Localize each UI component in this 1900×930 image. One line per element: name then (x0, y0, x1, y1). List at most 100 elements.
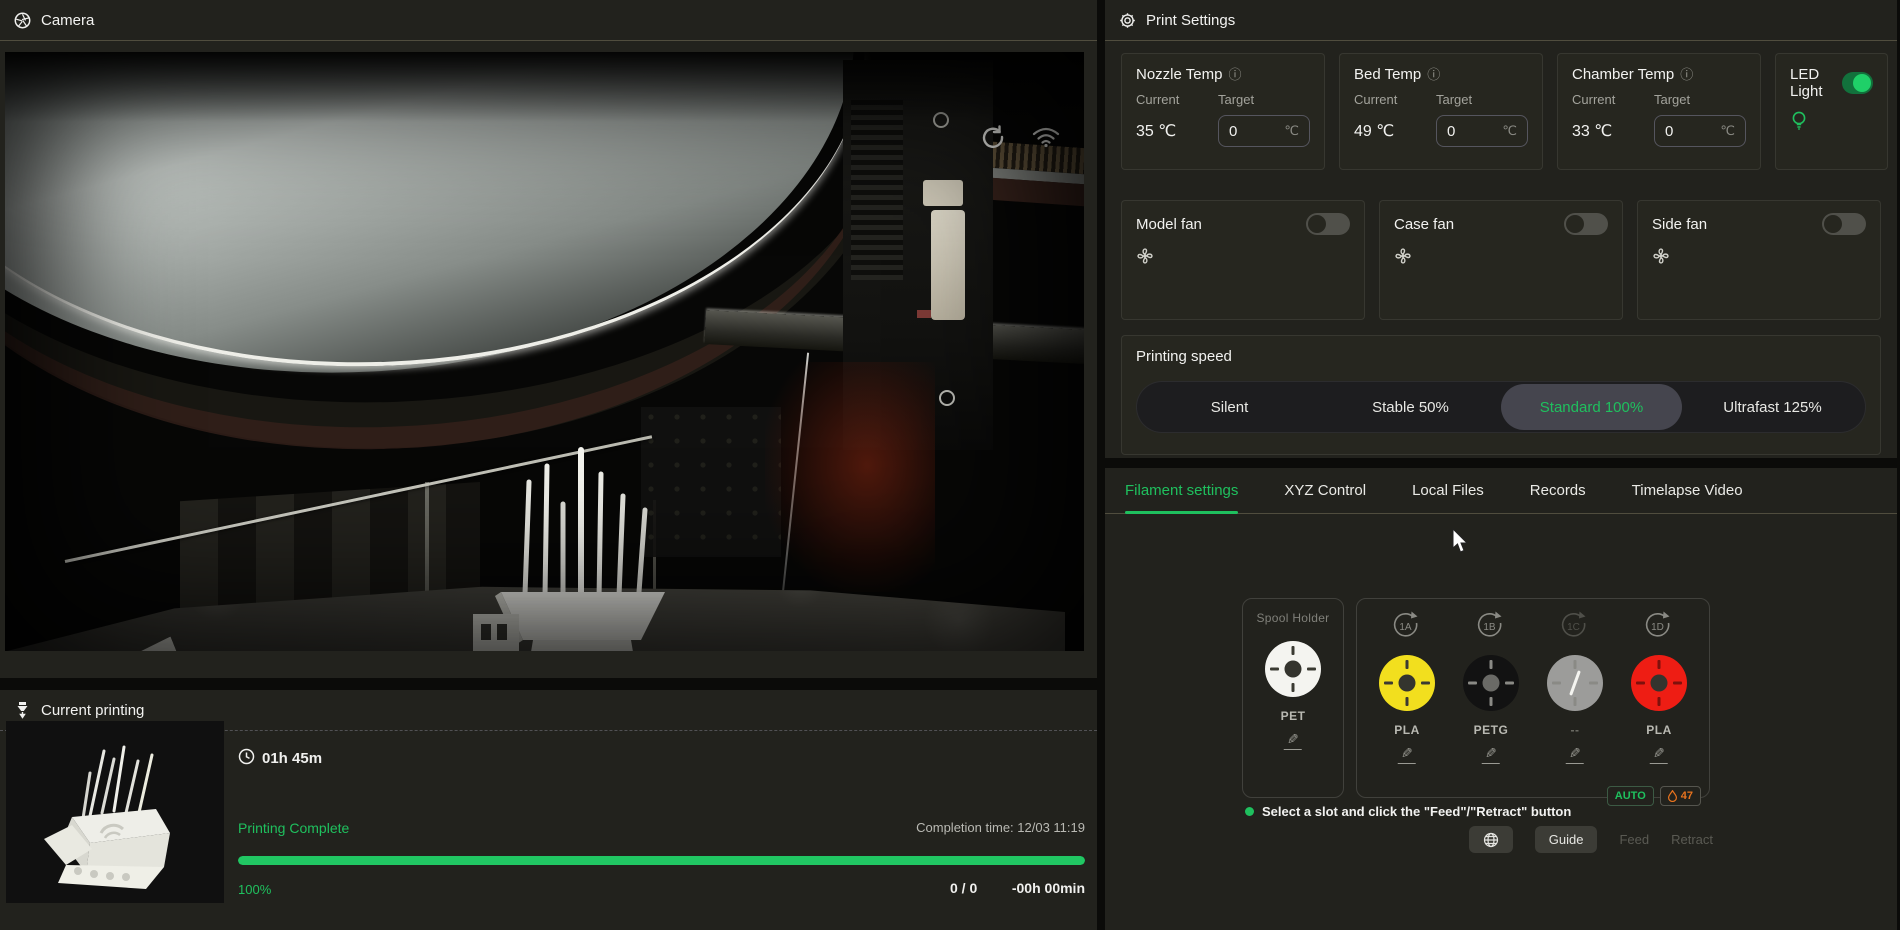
slot-1d-badge: 1D (1642, 611, 1676, 641)
wifi-icon (1032, 126, 1060, 153)
bed-target-input[interactable]: 0 ℃ (1436, 115, 1528, 147)
tab-filament-settings[interactable]: Filament settings (1125, 468, 1238, 513)
heatsink-ribs (851, 100, 903, 280)
refresh-icon[interactable] (980, 124, 1006, 155)
slot-1a-material: PLA (1394, 723, 1420, 737)
status-dot (1245, 807, 1254, 816)
tab-xyz-control[interactable]: XYZ Control (1284, 468, 1366, 513)
nozzle-temp-label: Nozzle Temp (1136, 66, 1222, 83)
progress-percent: 100% (238, 882, 271, 897)
print-job-thumbnail (6, 721, 224, 903)
fan-icon (1394, 247, 1608, 270)
svg-text:1C: 1C (1567, 622, 1580, 633)
fan-icon (1652, 247, 1866, 270)
current-label: Current (1136, 92, 1218, 107)
nozzle-current-temp: 35 ℃ (1136, 121, 1218, 141)
nozzle-temp-card: Nozzle Temp ⓘ CurrentTarget 35 ℃ 0 ℃ (1121, 53, 1325, 170)
chamber-target-unit: ℃ (1720, 123, 1735, 139)
slot-1b-spool[interactable] (1463, 655, 1519, 711)
edit-pencil-icon[interactable]: ✎ (1650, 745, 1668, 764)
info-icon[interactable]: ⓘ (1228, 68, 1241, 81)
elapsed-time-value: 01h 45m (262, 750, 322, 767)
current-label: Current (1572, 92, 1654, 107)
time-remaining: -00h 00min (1012, 880, 1085, 896)
case-fan-card: Case fan (1379, 200, 1623, 320)
chamber-target-input[interactable]: 0 ℃ (1654, 115, 1746, 147)
slot-1b[interactable]: 1B PETG ✎ (1449, 611, 1533, 785)
filament-buttons: Guide Feed Retract (1469, 826, 1713, 853)
slot-1b-material: PETG (1474, 723, 1509, 737)
fan-icon (1136, 247, 1350, 270)
tab-timelapse-video[interactable]: Timelapse Video (1632, 468, 1743, 513)
target-label: Target (1654, 92, 1690, 107)
speed-option-stable[interactable]: Stable 50% (1320, 384, 1501, 430)
slot-hint-text: Select a slot and click the "Feed"/"Retr… (1262, 804, 1571, 819)
camera-video-feed (5, 52, 1084, 651)
slot-1d-material: PLA (1646, 723, 1672, 737)
retract-button[interactable]: Retract (1671, 826, 1713, 853)
model-fan-label: Model fan (1136, 216, 1202, 233)
elapsed-time: 01h 45m (238, 748, 322, 769)
info-icon[interactable]: ⓘ (1680, 68, 1693, 81)
print-head-detail (917, 310, 931, 318)
print-settings-title: Print Settings (1146, 12, 1235, 29)
printing-speed-label: Printing speed (1136, 348, 1866, 365)
speed-option-silent[interactable]: Silent (1139, 384, 1320, 430)
edit-pencil-icon[interactable]: ✎ (1566, 745, 1584, 764)
bulb-icon (1790, 110, 1873, 135)
slot-1c-spool[interactable] (1547, 655, 1603, 711)
print-status: Printing Complete (238, 820, 349, 836)
led-light-label: LED Light (1790, 66, 1836, 100)
tabs-panel: Filament settings XYZ Control Local File… (1105, 468, 1897, 930)
side-fan-label: Side fan (1652, 216, 1707, 233)
globe-icon (1483, 832, 1499, 848)
print-head-highlight (931, 210, 965, 320)
slot-1d[interactable]: 1D PLA ✎ (1617, 611, 1701, 785)
slot-1a-spool[interactable] (1379, 655, 1435, 711)
nozzle-target-input[interactable]: 0 ℃ (1218, 115, 1310, 147)
printing-speed-selector: Silent Stable 50% Standard 100% Ultrafas… (1136, 381, 1866, 433)
spool-holder-material: PET (1281, 709, 1306, 723)
slot-1c[interactable]: 1C -- ✎ (1533, 611, 1617, 785)
info-icon[interactable]: ⓘ (1427, 68, 1440, 81)
language-globe-button[interactable] (1469, 826, 1513, 853)
camera-panel: Camera (0, 0, 1097, 678)
target-label: Target (1436, 92, 1472, 107)
led-light-toggle[interactable] (1842, 72, 1873, 94)
print-head-part (923, 180, 963, 206)
slot-1a[interactable]: 1A PLA ✎ (1365, 611, 1449, 785)
svg-text:1B: 1B (1483, 622, 1496, 633)
edit-pencil-icon[interactable]: ✎ (1482, 745, 1500, 764)
model-fan-toggle[interactable] (1306, 213, 1350, 235)
chamber-target-value[interactable]: 0 (1665, 123, 1673, 140)
slot-1a-badge: 1A (1390, 611, 1424, 641)
tab-local-files[interactable]: Local Files (1412, 468, 1484, 513)
current-printing-title: Current printing (41, 702, 144, 719)
spool-holder-box[interactable]: Spool Holder PET ✎ (1242, 598, 1344, 798)
case-fan-toggle[interactable] (1564, 213, 1608, 235)
droplet-icon (1668, 790, 1677, 802)
bed-target-value[interactable]: 0 (1447, 123, 1455, 140)
edit-pencil-icon[interactable]: ✎ (1284, 731, 1302, 750)
spool-holder-spool[interactable] (1265, 641, 1321, 697)
speed-option-ultrafast[interactable]: Ultrafast 125% (1682, 384, 1863, 430)
print-settings-header: Print Settings (1105, 0, 1897, 41)
camera-aperture-icon (14, 12, 31, 29)
tab-records[interactable]: Records (1530, 468, 1586, 513)
slot-1d-spool[interactable] (1631, 655, 1687, 711)
target-label: Target (1218, 92, 1254, 107)
nozzle-target-value[interactable]: 0 (1229, 123, 1237, 140)
speed-option-standard[interactable]: Standard 100% (1501, 384, 1682, 430)
progress-bar-fill (238, 856, 1085, 865)
side-fan-toggle[interactable] (1822, 213, 1866, 235)
mouse-cursor (1452, 528, 1470, 559)
feed-button[interactable]: Feed (1619, 826, 1649, 853)
nozzle-icon (14, 701, 31, 719)
progress-bar (238, 856, 1085, 865)
current-printing-panel: Current printing (0, 690, 1097, 930)
edit-pencil-icon[interactable]: ✎ (1398, 745, 1416, 764)
printer-dashboard: Camera (0, 0, 1900, 930)
tab-bar: Filament settings XYZ Control Local File… (1105, 468, 1897, 514)
guide-button[interactable]: Guide (1535, 826, 1598, 853)
gear-icon (1119, 12, 1136, 29)
